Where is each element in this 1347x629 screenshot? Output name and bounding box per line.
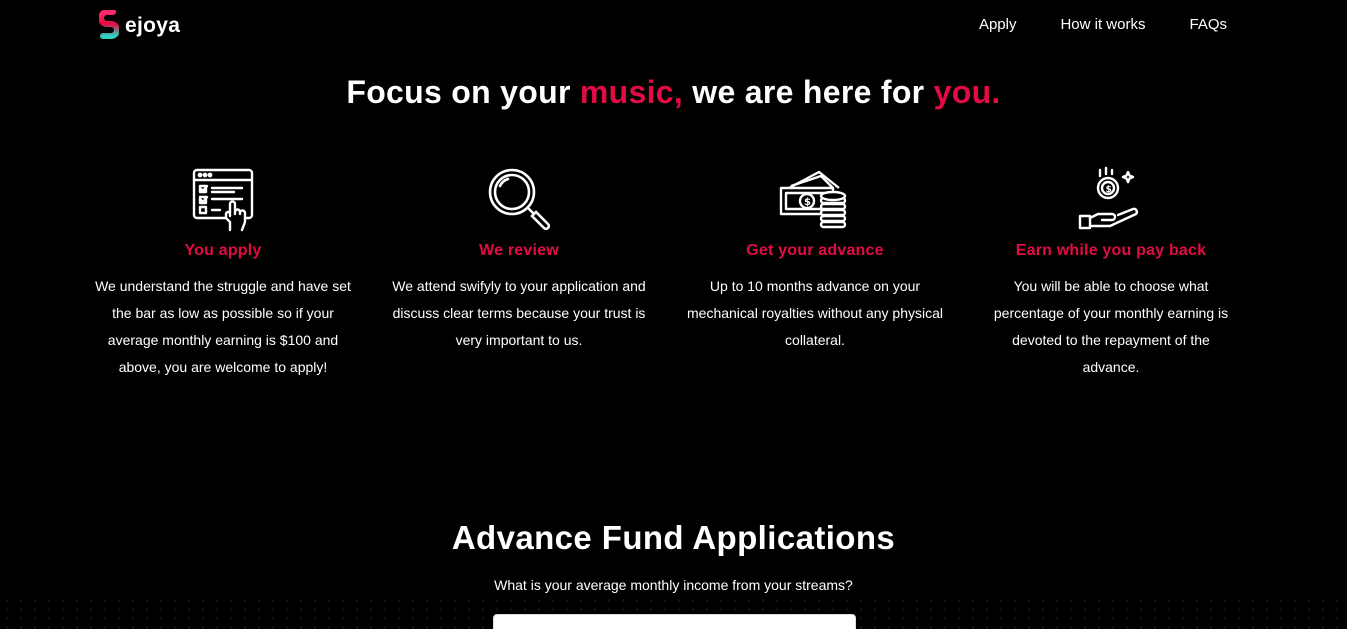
hand-coin-icon: $ <box>963 160 1259 232</box>
feature-advance: $ Get your advance Up to 10 months advan… <box>667 160 963 381</box>
brand-name: ejoya <box>125 14 181 37</box>
header: ejoya Apply How it works FAQs <box>0 0 1347 52</box>
feature-text: We understand the struggle and have set … <box>95 278 351 375</box>
feature-title: Earn while you pay back <box>1015 242 1207 259</box>
advance-title: Advance Fund Applications <box>451 519 896 556</box>
feature-title: You apply <box>184 242 262 259</box>
svg-text:$: $ <box>1106 185 1112 195</box>
magnifier-icon <box>371 160 667 232</box>
main-nav: Apply How it works FAQs <box>979 16 1227 33</box>
feature-text: We attend swifyly to your application an… <box>392 278 646 348</box>
income-question: What is your average monthly income from… <box>494 577 853 593</box>
nav-apply[interactable]: Apply <box>979 16 1017 33</box>
cash-coins-icon: $ <box>667 160 963 232</box>
hero-accent-2: you. <box>933 74 1001 110</box>
feature-text: Up to 10 months advance on your mechanic… <box>687 278 944 348</box>
feature-title: Get your advance <box>746 242 884 259</box>
feature-review: We review We attend swifyly to your appl… <box>371 160 667 381</box>
logo[interactable]: ejoya <box>99 10 180 42</box>
nav-how-it-works[interactable]: How it works <box>1060 16 1145 33</box>
checklist-click-icon <box>75 160 371 232</box>
feature-text: You will be able to choose what percenta… <box>993 278 1229 375</box>
feature-title: We review <box>479 242 559 259</box>
hero-text-2: we are here for <box>683 74 934 110</box>
income-select[interactable] <box>493 614 856 629</box>
nav-faqs[interactable]: FAQs <box>1189 16 1227 33</box>
hero-title: Focus on your music, we are here for you… <box>0 74 1347 111</box>
features: You apply We understand the struggle and… <box>75 160 1275 381</box>
hero-accent-1: music, <box>579 74 684 110</box>
feature-apply: You apply We understand the struggle and… <box>75 160 371 381</box>
hero-text-1: Focus on your <box>346 74 580 110</box>
feature-earn: $ Earn while you pay back You will be ab… <box>963 160 1259 381</box>
svg-text:$: $ <box>804 197 811 208</box>
logo-mark-icon <box>99 10 119 39</box>
